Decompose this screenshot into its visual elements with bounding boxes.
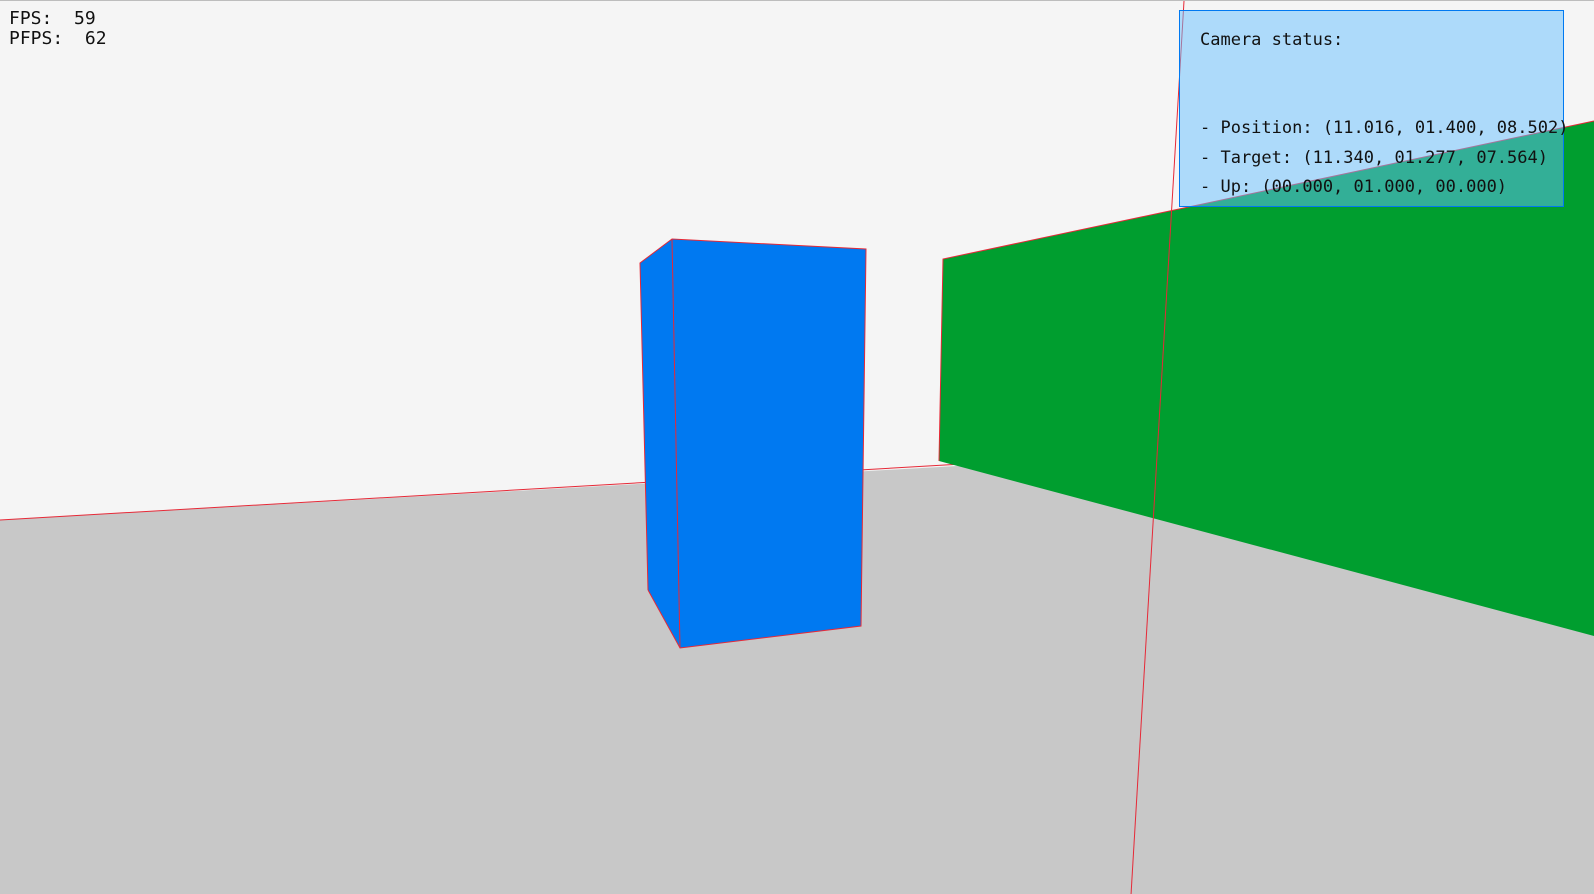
fps-counter: FPS: 59 [9, 9, 96, 29]
pfps-counter: PFPS: 62 [9, 29, 107, 49]
game-viewport[interactable]: FPS: 59 PFPS: 62 Camera status: - Positi… [0, 0, 1594, 894]
fps-value: 59 [74, 8, 96, 29]
camera-target-line: - Target: (11.340, 01.277, 07.564) [1200, 148, 1548, 168]
blue-cube-front [672, 239, 866, 648]
camera-status-title: Camera status: [1200, 30, 1344, 50]
pfps-label: PFPS: [9, 28, 64, 49]
pfps-value: 62 [84, 28, 107, 49]
camera-position-line: - Position: (11.016, 01.400, 08.502) [1200, 118, 1569, 138]
camera-up-line: - Up: (00.000, 01.000, 00.000) [1200, 177, 1508, 197]
fps-label: FPS: [9, 8, 53, 29]
camera-status-panel: Camera status: - Position: (11.016, 01.4… [1179, 10, 1568, 207]
